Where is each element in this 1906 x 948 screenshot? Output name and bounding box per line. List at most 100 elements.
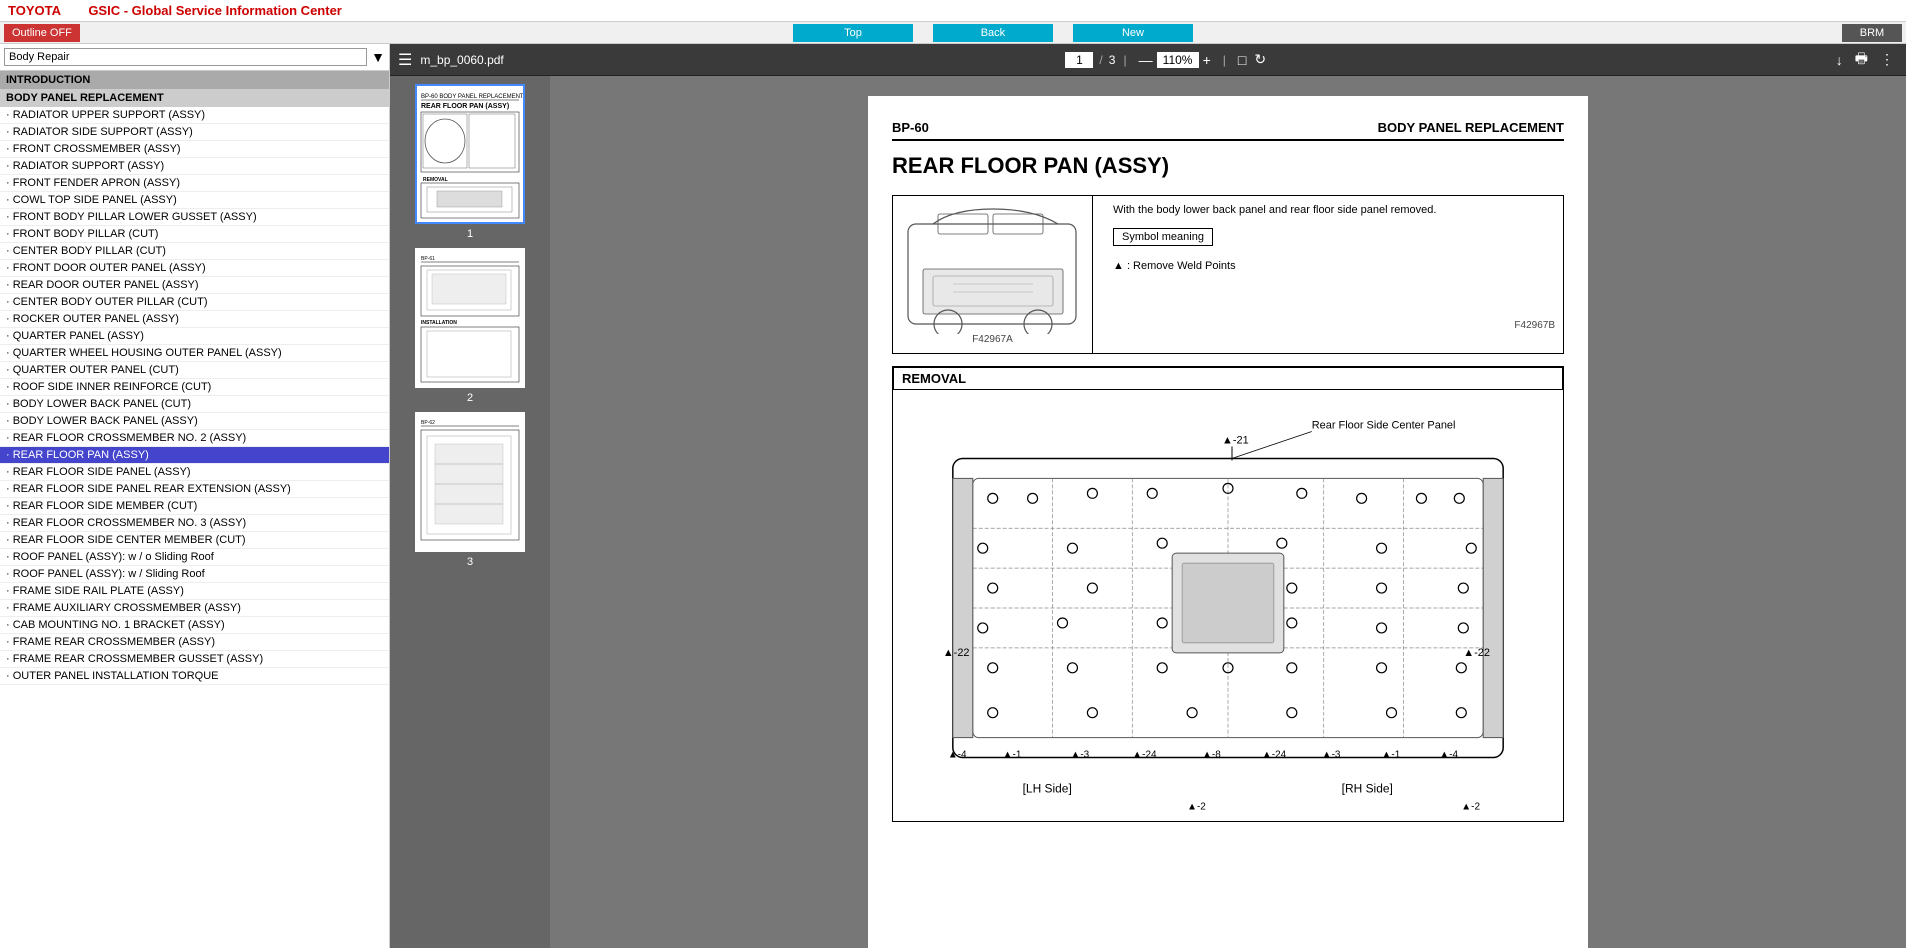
zoom-input[interactable] [1157,52,1199,68]
new-button[interactable]: New [1073,24,1193,42]
svg-text:BP-60 BODY PANEL REPLACEMENT: BP-60 BODY PANEL REPLACEMENT [421,94,523,100]
brm-button[interactable]: BRM [1842,24,1902,42]
svg-text:REAR FLOOR PAN (ASSY): REAR FLOOR PAN (ASSY) [421,103,509,110]
download-button[interactable]: ↓ [1832,50,1847,70]
header: TOYOTA GSIC - Global Service Information… [0,0,1906,22]
svg-text:▲-8: ▲-8 [1202,750,1221,761]
search-input[interactable] [4,48,367,66]
outline-off-button[interactable]: Outline OFF [4,24,80,42]
thumbnail-1[interactable]: BP-60 BODY PANEL REPLACEMENT REAR FLOOR … [415,84,525,240]
sidebar-item-8[interactable]: · CENTER BODY PILLAR (CUT) [0,243,389,260]
pdf-page-nav: / 3 [1065,52,1115,68]
thumbnail-3[interactable]: BP-62 3 [415,412,525,568]
sidebar-body-header: BODY PANEL REPLACEMENT [0,89,389,107]
svg-text:[RH Side]: [RH Side] [1342,781,1393,795]
more-options-button[interactable]: ⋮ [1876,49,1898,70]
figure-id-right: F42967B [1514,320,1555,331]
sidebar-item-14[interactable]: · QUARTER WHEEL HOUSING OUTER PANEL (ASS… [0,345,389,362]
sidebar-item-26[interactable]: · ROOF PANEL (ASSY): w / o Sliding Roof [0,549,389,566]
sidebar-item-18[interactable]: · BODY LOWER BACK PANEL (ASSY) [0,413,389,430]
thumb-num-1: 1 [467,228,473,240]
thumb-svg-1: BP-60 BODY PANEL REPLACEMENT REAR FLOOR … [417,86,523,222]
sidebar-item-13[interactable]: · QUARTER PANEL (ASSY) [0,328,389,345]
sidebar-item-0[interactable]: · RADIATOR UPPER SUPPORT (ASSY) [0,107,389,124]
sidebar-item-32[interactable]: · FRAME REAR CROSSMEMBER GUSSET (ASSY) [0,651,389,668]
sidebar-search-bar: ▼ [0,44,389,71]
svg-text:REMOVAL: REMOVAL [423,177,448,183]
back-button[interactable]: Back [933,24,1053,42]
sidebar-item-29[interactable]: · FRAME AUXILIARY CROSSMEMBER (ASSY) [0,600,389,617]
svg-text:▲-24: ▲-24 [1262,750,1287,761]
svg-text:▲-1: ▲-1 [1003,750,1022,761]
doc-section-title: BODY PANEL REPLACEMENT [1378,120,1564,135]
svg-text:Rear Floor Side Center Panel: Rear Floor Side Center Panel [1312,420,1456,432]
svg-text:▲-3: ▲-3 [1070,750,1089,761]
thumbnail-2[interactable]: BP-61 INSTALLATION 2 [415,248,525,404]
pdf-toolbar: ☰ m_bp_0060.pdf / 3 | — + | □ ↻ ↓ 🖶 ⋮ [390,44,1906,76]
sidebar-item-16[interactable]: · ROOF SIDE INNER REINFORCE (CUT) [0,379,389,396]
thumb-num-2: 2 [467,392,473,404]
sidebar-item-24[interactable]: · REAR FLOOR CROSSMEMBER NO. 3 (ASSY) [0,515,389,532]
sidebar-item-25[interactable]: · REAR FLOOR SIDE CENTER MEMBER (CUT) [0,532,389,549]
sidebar-item-21[interactable]: · REAR FLOOR SIDE PANEL (ASSY) [0,464,389,481]
removal-section: REMOVAL [892,366,1564,822]
sidebar-item-31[interactable]: · FRAME REAR CROSSMEMBER (ASSY) [0,634,389,651]
document-view[interactable]: BP-60 BODY PANEL REPLACEMENT REAR FLOOR … [550,76,1906,948]
doc-figure-right: With the body lower back panel and rear … [1105,196,1563,353]
thumb-image-1[interactable]: BP-60 BODY PANEL REPLACEMENT REAR FLOOR … [415,84,525,224]
zoom-out-button[interactable]: — [1135,50,1157,70]
sidebar-item-6[interactable]: · FRONT BODY PILLAR LOWER GUSSET (ASSY) [0,209,389,226]
page-separator: / [1099,53,1102,67]
svg-text:▲-4: ▲-4 [948,750,967,761]
fit-page-button[interactable]: □ [1234,50,1250,70]
sidebar-item-5[interactable]: · COWL TOP SIDE PANEL (ASSY) [0,192,389,209]
sidebar-item-7[interactable]: · FRONT BODY PILLAR (CUT) [0,226,389,243]
svg-text:▲-1: ▲-1 [1382,750,1401,761]
sidebar-item-2[interactable]: · FRONT CROSSMEMBER (ASSY) [0,141,389,158]
car-figure-svg [903,204,1083,334]
removal-diagram: ▲-21 Rear Floor Side Center Panel ▲-22 ▲… [893,398,1563,818]
sidebar-scroll[interactable]: INTRODUCTION BODY PANEL REPLACEMENT · RA… [0,71,389,948]
rotate-button[interactable]: ↻ [1250,49,1270,70]
menu-icon[interactable]: ☰ [398,50,412,70]
toolbar-divider2: | [1223,53,1226,67]
top-button[interactable]: Top [793,24,913,42]
sidebar-item-4[interactable]: · FRONT FENDER APRON (ASSY) [0,175,389,192]
sidebar-item-9[interactable]: · FRONT DOOR OUTER PANEL (ASSY) [0,260,389,277]
thumbnails-panel[interactable]: BP-60 BODY PANEL REPLACEMENT REAR FLOOR … [390,76,550,948]
thumb-image-2[interactable]: BP-61 INSTALLATION [415,248,525,388]
sidebar-items: · RADIATOR UPPER SUPPORT (ASSY)· RADIATO… [0,107,389,685]
sidebar-item-10[interactable]: · REAR DOOR OUTER PANEL (ASSY) [0,277,389,294]
gsic-title: GSIC - Global Service Information Center [88,3,342,18]
sidebar-item-30[interactable]: · CAB MOUNTING NO. 1 BRACKET (ASSY) [0,617,389,634]
sidebar-item-17[interactable]: · BODY LOWER BACK PANEL (CUT) [0,396,389,413]
sidebar-item-22[interactable]: · REAR FLOOR SIDE PANEL REAR EXTENSION (… [0,481,389,498]
pdf-filename: m_bp_0060.pdf [420,53,503,67]
thumb-image-3[interactable]: BP-62 [415,412,525,552]
sidebar-item-15[interactable]: · QUARTER OUTER PANEL (CUT) [0,362,389,379]
print-button[interactable]: 🖶 [1851,46,1872,74]
pdf-page-input[interactable] [1065,52,1093,68]
pdf-content: BP-60 BODY PANEL REPLACEMENT REAR FLOOR … [390,76,1906,948]
svg-text:▲-4: ▲-4 [1439,750,1458,761]
doc-figure-left: F42967A [893,196,1093,353]
sidebar-item-23[interactable]: · REAR FLOOR SIDE MEMBER (CUT) [0,498,389,515]
sidebar-item-11[interactable]: · CENTER BODY OUTER PILLAR (CUT) [0,294,389,311]
svg-text:▲-24: ▲-24 [1132,750,1157,761]
sidebar-item-19[interactable]: · REAR FLOOR CROSSMEMBER NO. 2 (ASSY) [0,430,389,447]
sidebar-item-1[interactable]: · RADIATOR SIDE SUPPORT (ASSY) [0,124,389,141]
sidebar-item-33[interactable]: · OUTER PANEL INSTALLATION TORQUE [0,668,389,685]
svg-text:▲-22: ▲-22 [943,647,970,659]
sidebar-item-20[interactable]: · REAR FLOOR PAN (ASSY) [0,447,389,464]
toolbar-divider1: | [1123,53,1126,67]
zoom-in-button[interactable]: + [1199,50,1215,70]
search-scroll-indicator[interactable]: ▼ [371,49,385,65]
symbol-meaning-box: Symbol meaning [1113,228,1213,246]
sidebar-item-12[interactable]: · ROCKER OUTER PANEL (ASSY) [0,311,389,328]
svg-text:BP-61: BP-61 [421,256,435,262]
sidebar-item-28[interactable]: · FRAME SIDE RAIL PLATE (ASSY) [0,583,389,600]
weld-points-text: ▲ : Remove Weld Points [1113,260,1555,272]
sidebar-item-27[interactable]: · ROOF PANEL (ASSY): w / Sliding Roof [0,566,389,583]
sidebar-item-3[interactable]: · RADIATOR SUPPORT (ASSY) [0,158,389,175]
svg-text:▲-22: ▲-22 [1463,647,1490,659]
